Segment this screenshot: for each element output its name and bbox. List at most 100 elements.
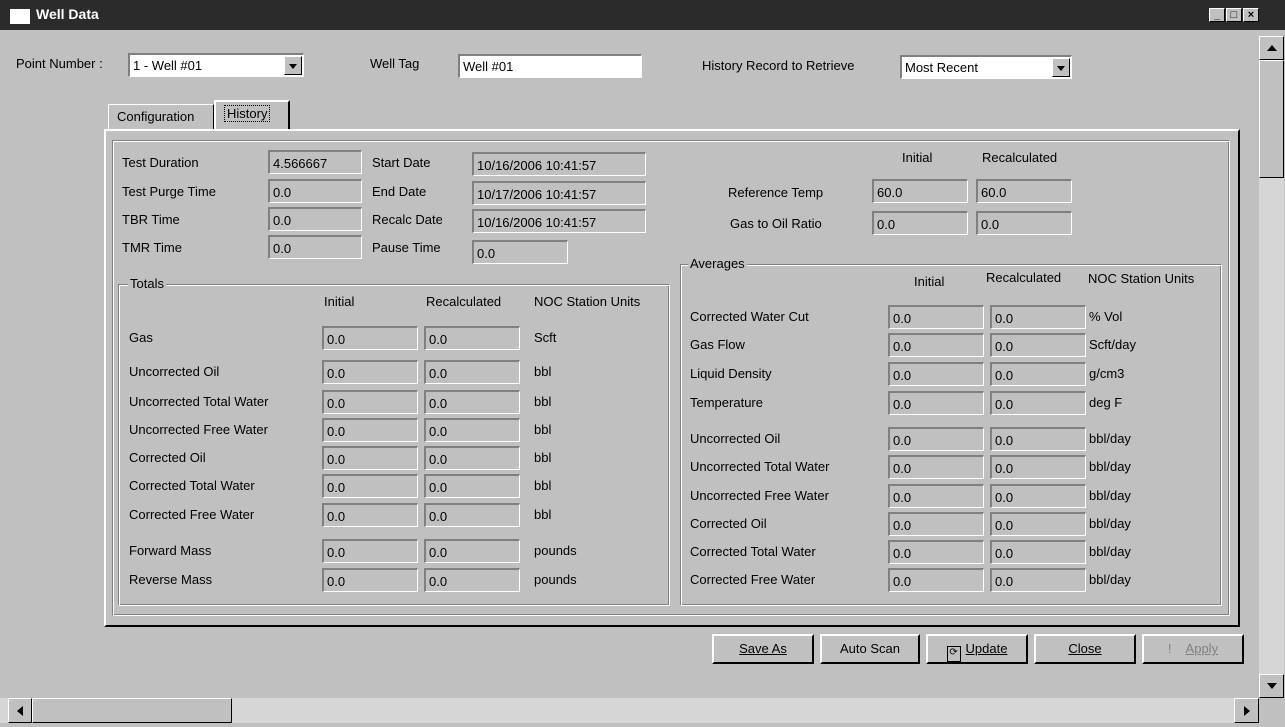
exclamation-icon: ! [1167,641,1172,656]
save-as-label: Save As [739,641,787,656]
averages-row-label: Gas Flow [690,337,745,352]
totals-title: Totals [128,276,166,291]
test-purge-label: Test Purge Time [122,184,216,199]
well-tag-label: Well Tag [370,56,420,71]
tab-history[interactable]: History [214,100,290,130]
averages-initial-field: 0.0 [888,391,984,415]
totals-row-label: Uncorrected Oil [129,364,220,379]
averages-units-label: % Vol [1089,309,1123,324]
averages-units-label: bbl/day [1089,516,1131,531]
vertical-scroll-thumb[interactable] [1259,60,1284,178]
averages-initial-field: 0.0 [888,455,984,479]
totals-units-header: NOC Station Units [534,294,641,309]
totals-initial-field: 0.0 [322,503,418,527]
averages-recalc-field: 0.0 [990,333,1086,357]
totals-recalc-field: 0.0 [424,474,520,498]
totals-recalc-field: 0.0 [424,568,520,592]
totals-row-label: Uncorrected Total Water [129,394,269,409]
recalc-date-label: Recalc Date [372,212,443,227]
averages-initial-field: 0.0 [888,484,984,508]
test-duration-field: 4.566667 [268,150,362,174]
averages-recalc-field: 0.0 [990,568,1086,592]
averages-units-label: bbl/day [1089,572,1131,587]
maximize-button[interactable]: □ [1226,8,1242,22]
averages-row-label: Corrected Total Water [690,544,816,559]
pause-time-field: 0.0 [472,240,568,264]
averages-initial-field: 0.0 [888,540,984,564]
averages-units-label: g/cm3 [1089,366,1125,381]
averages-recalc-field: 0.0 [990,484,1086,508]
totals-row-label: Corrected Total Water [129,478,255,493]
tmr-time-field: 0.0 [268,235,362,259]
averages-initial-field: 0.0 [888,512,984,536]
averages-initial-field: 0.0 [888,427,984,451]
scroll-right-button[interactable] [1234,698,1259,723]
end-date-field: 10/17/2006 10:41:57 [472,181,646,205]
update-label: Update [965,641,1008,656]
totals-row-label: Forward Mass [129,543,212,558]
arrow-right-icon [1244,706,1250,716]
point-number-value: 1 - Well #01 [133,58,203,73]
totals-initial-field: 0.0 [322,568,418,592]
averages-initial-field: 0.0 [888,568,984,592]
reference-temp-recalc-field: 60.0 [976,179,1072,203]
totals-recalc-field: 0.0 [424,390,520,414]
gas-oil-ratio-initial-field: 0.0 [872,211,968,235]
chevron-down-icon[interactable] [284,56,302,75]
point-number-label: Point Number : [16,56,103,71]
totals-units-label: bbl [534,507,552,522]
horizontal-scroll-thumb[interactable] [32,698,232,723]
test-purge-field: 0.0 [268,179,362,203]
totals-recalc-field: 0.0 [424,418,520,442]
averages-recalc-field: 0.0 [990,391,1086,415]
totals-units-label: bbl [534,394,552,409]
averages-row-label: Liquid Density [690,366,772,381]
close-button[interactable]: Close [1034,634,1136,664]
averages-recalculated-header: Recalculated [986,270,1062,285]
totals-row-label: Uncorrected Free Water [129,422,268,437]
close-window-button[interactable]: × [1243,8,1259,22]
totals-recalc-field: 0.0 [424,539,520,563]
chevron-down-icon[interactable] [1052,58,1070,77]
point-number-dropdown[interactable]: 1 - Well #01 [128,53,304,77]
refresh-icon: ⟳ [946,646,961,662]
scroll-up-button[interactable] [1259,36,1284,60]
averages-recalc-field: 0.0 [990,540,1086,564]
auto-scan-button[interactable]: Auto Scan [820,634,920,664]
tbr-time-label: TBR Time [122,212,180,227]
averages-row-label: Corrected Free Water [690,572,816,587]
averages-row-label: Uncorrected Total Water [690,459,830,474]
totals-initial-header: Initial [324,294,355,309]
start-date-field: 10/16/2006 10:41:57 [472,152,646,176]
tmr-time-label: TMR Time [122,240,182,255]
update-button[interactable]: ⟳ Update [926,634,1028,664]
arrow-up-icon [1267,45,1277,51]
apply-button[interactable]: ! Apply [1142,634,1244,664]
totals-row-label: Gas [129,330,153,345]
scroll-left-button[interactable] [8,698,32,723]
arrow-left-icon [17,706,23,716]
window-icon [10,9,30,24]
save-as-button[interactable]: Save As [712,634,814,664]
averages-units-header: NOC Station Units [1088,271,1195,286]
averages-row-label: Uncorrected Free Water [690,488,829,503]
averages-units-label: bbl/day [1089,544,1131,559]
minimize-button[interactable]: _ [1209,8,1225,22]
reference-temp-label: Reference Temp [728,185,824,200]
totals-units-label: pounds [534,572,577,587]
tbr-time-field: 0.0 [268,207,362,231]
scroll-down-button[interactable] [1259,674,1284,698]
totals-row-label: Corrected Oil [129,450,206,465]
totals-units-label: bbl [534,478,552,493]
well-tag-input[interactable]: Well #01 [458,54,642,78]
history-record-dropdown[interactable]: Most Recent [900,55,1072,79]
averages-initial-header: Initial [914,274,945,289]
tab-configuration[interactable]: Configuration [108,104,214,130]
averages-row-label: Corrected Oil [690,516,767,531]
reference-recalculated-header: Recalculated [982,150,1058,165]
totals-initial-field: 0.0 [322,326,418,350]
totals-initial-field: 0.0 [322,539,418,563]
averages-recalc-field: 0.0 [990,427,1086,451]
window-title: Well Data [36,6,99,22]
close-label: Close [1068,641,1102,656]
